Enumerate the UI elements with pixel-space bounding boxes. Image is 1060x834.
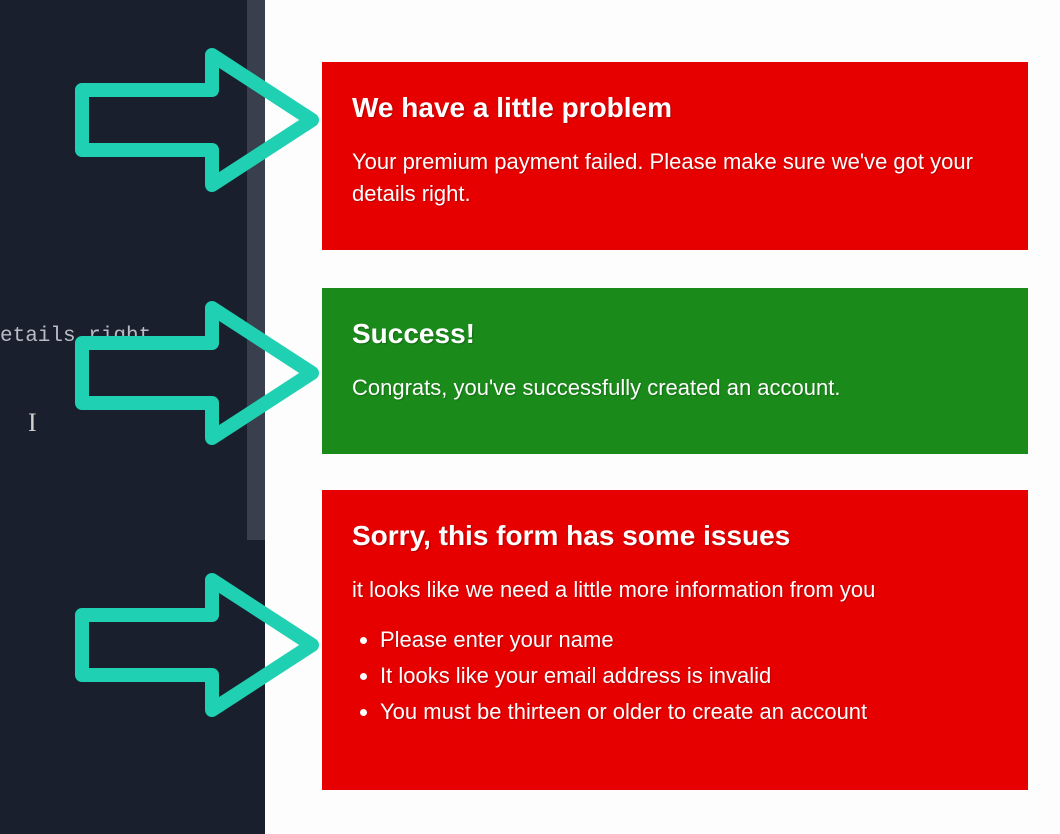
text-cursor-icon: I bbox=[28, 408, 37, 438]
alert-title: Sorry, this form has some issues bbox=[352, 520, 998, 552]
alert-body: Congrats, you've successfully created an… bbox=[352, 372, 998, 404]
editor-scrollbar[interactable] bbox=[247, 0, 265, 540]
alert-error-form: Sorry, this form has some issues it look… bbox=[322, 490, 1028, 790]
list-item: Please enter your name bbox=[380, 624, 998, 656]
editor-panel[interactable]: etails right. I bbox=[0, 0, 265, 834]
alert-error-payment: We have a little problem Your premium pa… bbox=[322, 62, 1028, 250]
alert-title: We have a little problem bbox=[352, 92, 998, 124]
list-item: You must be thirteen or older to create … bbox=[380, 696, 998, 728]
alert-title: Success! bbox=[352, 318, 998, 350]
list-item: It looks like your email address is inva… bbox=[380, 660, 998, 692]
alert-body: it looks like we need a little more info… bbox=[352, 574, 998, 606]
alert-error-list: Please enter your name It looks like you… bbox=[352, 624, 998, 728]
alert-body: Your premium payment failed. Please make… bbox=[352, 146, 998, 210]
editor-code-line: etails right. bbox=[0, 325, 164, 348]
alert-success-account: Success! Congrats, you've successfully c… bbox=[322, 288, 1028, 454]
